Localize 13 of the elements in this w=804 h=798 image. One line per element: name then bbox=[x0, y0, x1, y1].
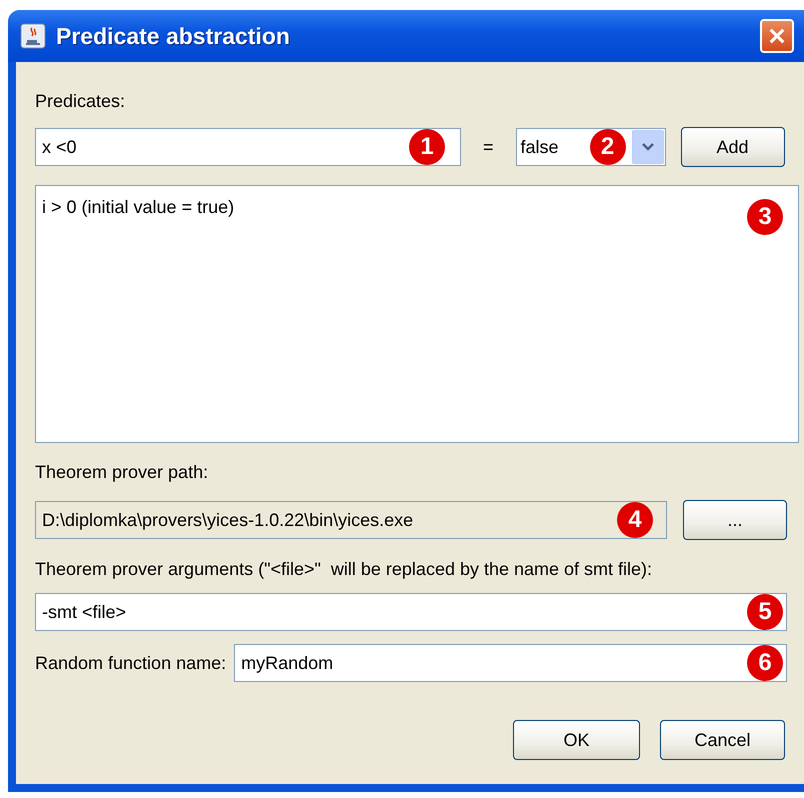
close-button[interactable] bbox=[760, 19, 794, 53]
prover-path-label: Theorem prover path: bbox=[35, 461, 210, 484]
predicates-label: Predicates: bbox=[35, 90, 126, 113]
window-title: Predicate abstraction bbox=[56, 22, 290, 51]
random-function-label: Random function name: bbox=[35, 652, 226, 674]
cancel-button[interactable]: Cancel bbox=[660, 720, 785, 760]
ok-button[interactable]: OK bbox=[513, 720, 640, 760]
prover-arguments-label: Theorem prover arguments ("<file>" will be replaced by the name of smt file): bbox=[35, 558, 654, 581]
equals-sign: = bbox=[483, 136, 494, 158]
add-button[interactable]: Add bbox=[680, 127, 785, 167]
close-icon[interactable] bbox=[768, 26, 786, 46]
coffee-cup-icon bbox=[20, 23, 46, 49]
list-item[interactable]: i > 0 (initial value = true) bbox=[42, 194, 234, 221]
